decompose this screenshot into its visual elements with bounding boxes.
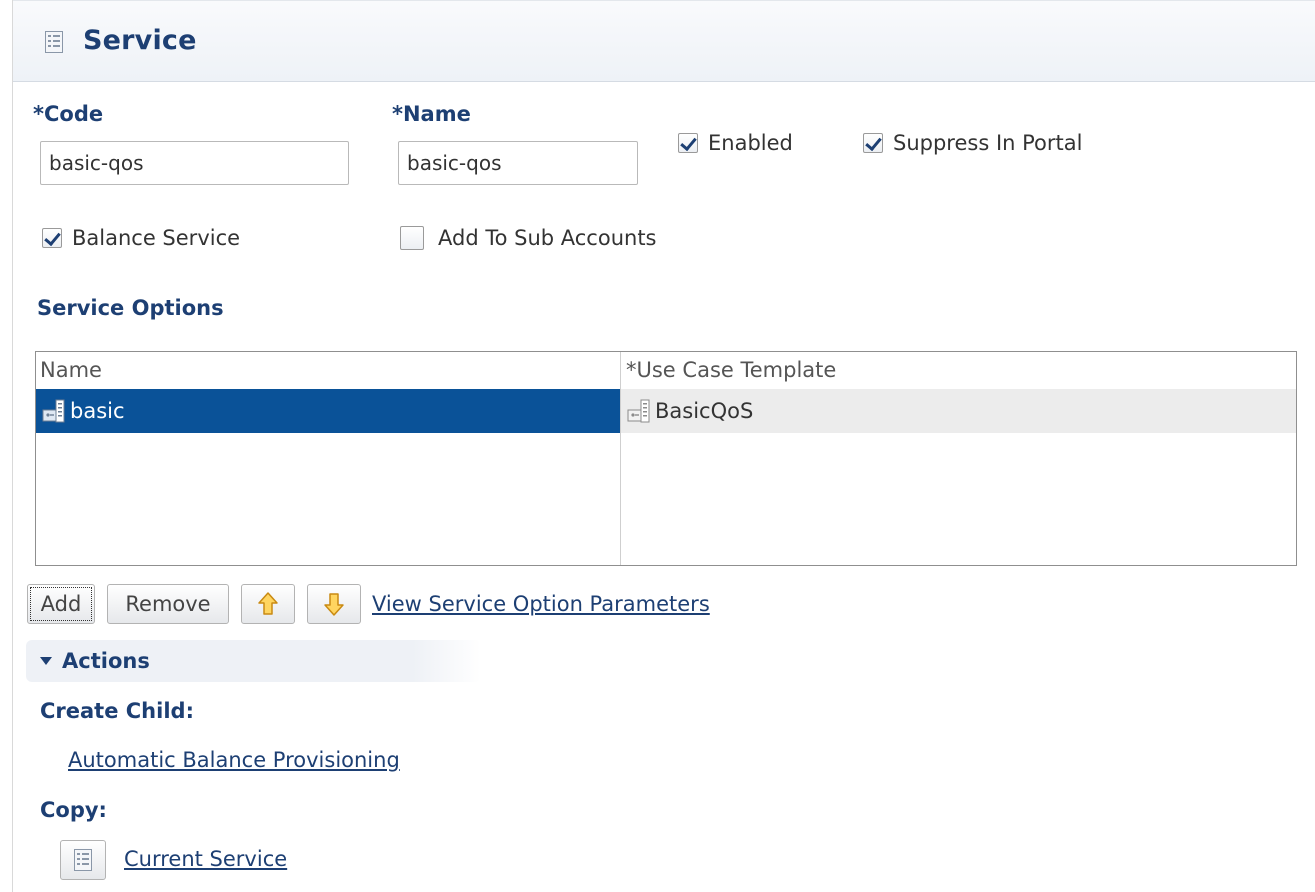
column-header-use-case-template[interactable]: *Use Case Template bbox=[626, 358, 836, 382]
add-to-sub-accounts-checkbox-row[interactable]: Add To Sub Accounts bbox=[400, 226, 657, 250]
list-form-icon bbox=[74, 849, 92, 871]
add-to-sub-accounts-label: Add To Sub Accounts bbox=[438, 226, 657, 250]
list-form-icon bbox=[45, 31, 63, 53]
enabled-checkbox[interactable] bbox=[678, 133, 698, 153]
code-field[interactable] bbox=[40, 141, 349, 185]
row-name-text: basic bbox=[70, 399, 125, 423]
enabled-label: Enabled bbox=[708, 131, 793, 155]
name-field[interactable] bbox=[398, 141, 638, 185]
suppress-in-portal-checkbox-row[interactable]: Suppress In Portal bbox=[863, 131, 1082, 155]
actions-section-toggle[interactable]: Actions bbox=[26, 640, 481, 682]
move-up-button[interactable] bbox=[241, 584, 295, 624]
page-header: Service bbox=[13, 0, 1315, 82]
code-label: *Code bbox=[33, 102, 104, 126]
balance-service-checkbox[interactable] bbox=[42, 228, 62, 248]
cell-name[interactable]: basic bbox=[36, 389, 620, 433]
balance-service-label: Balance Service bbox=[72, 226, 241, 250]
move-down-button[interactable] bbox=[307, 584, 361, 624]
service-options-title: Service Options bbox=[37, 296, 224, 320]
automatic-balance-provisioning-link[interactable]: Automatic Balance Provisioning bbox=[68, 748, 400, 772]
copy-current-service-button[interactable] bbox=[60, 840, 106, 880]
add-to-sub-accounts-checkbox[interactable] bbox=[400, 226, 424, 250]
suppress-in-portal-checkbox[interactable] bbox=[863, 133, 883, 153]
caret-down-icon bbox=[40, 657, 52, 665]
copy-label: Copy: bbox=[40, 798, 107, 822]
create-child-label: Create Child: bbox=[40, 699, 194, 723]
page-title: Service bbox=[83, 25, 197, 56]
enabled-checkbox-row[interactable]: Enabled bbox=[678, 131, 793, 155]
panel-border bbox=[12, 0, 13, 892]
arrow-up-icon bbox=[258, 592, 278, 615]
service-options-table: Name *Use Case Template basic BasicQoS bbox=[35, 351, 1297, 566]
view-service-option-parameters-link[interactable]: View Service Option Parameters bbox=[372, 592, 710, 616]
current-service-link[interactable]: Current Service bbox=[124, 847, 287, 871]
table-header: Name *Use Case Template bbox=[36, 352, 1296, 388]
template-icon bbox=[627, 399, 650, 423]
name-label: *Name bbox=[392, 102, 471, 126]
cell-use-case-template[interactable]: BasicQoS bbox=[621, 389, 1296, 433]
suppress-in-portal-label: Suppress In Portal bbox=[893, 131, 1083, 155]
balance-service-checkbox-row[interactable]: Balance Service bbox=[42, 226, 240, 250]
table-row[interactable]: basic BasicQoS bbox=[36, 389, 1296, 433]
arrow-down-icon bbox=[324, 593, 344, 616]
actions-title: Actions bbox=[62, 649, 150, 673]
add-button[interactable]: Add bbox=[27, 584, 95, 624]
row-template-text: BasicQoS bbox=[655, 399, 754, 423]
remove-button[interactable]: Remove bbox=[107, 584, 229, 624]
column-header-name[interactable]: Name bbox=[40, 358, 102, 382]
service-option-icon bbox=[42, 399, 65, 423]
